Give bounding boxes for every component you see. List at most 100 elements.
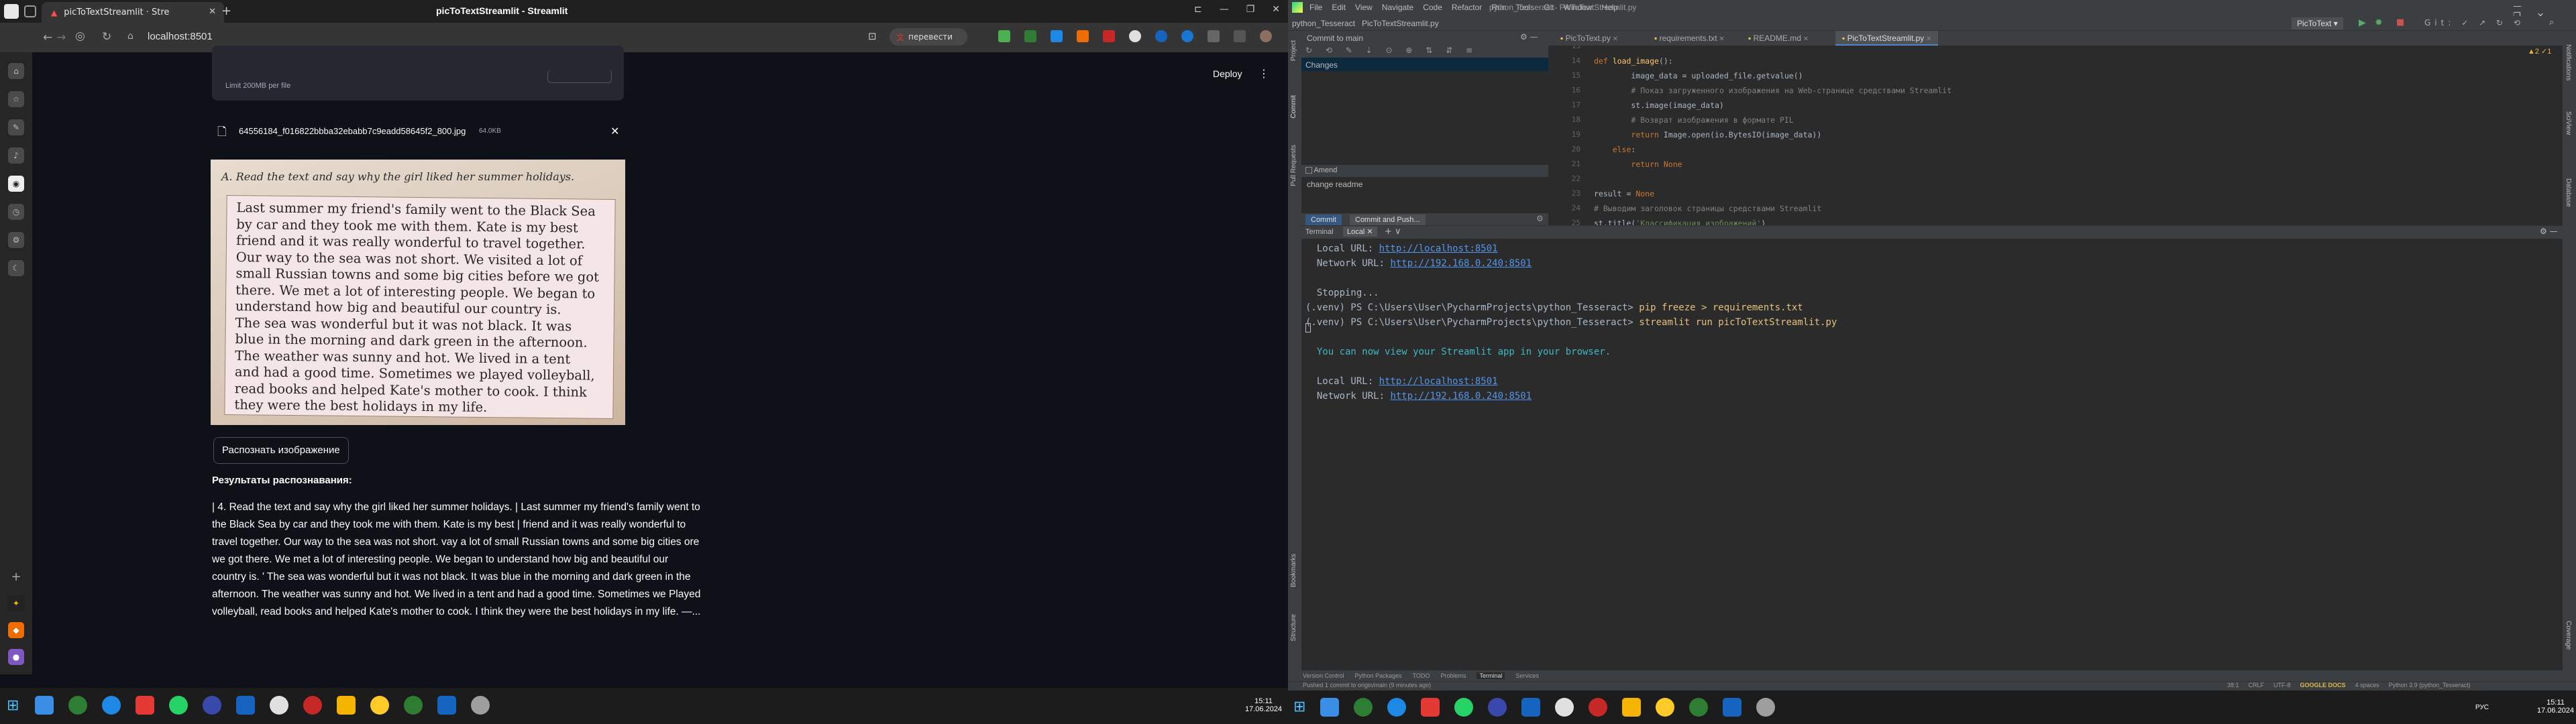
bottom-tool-todo[interactable]: TODO bbox=[1413, 672, 1430, 679]
taskbar-app-icon[interactable] bbox=[1656, 698, 1674, 717]
browser-tab[interactable]: ▲ picToTextStreamlit · Stre ✕ bbox=[42, 2, 224, 23]
profile-avatar-icon[interactable] bbox=[1260, 30, 1272, 42]
taskbar-app-icon[interactable] bbox=[1454, 698, 1473, 717]
adblock-icon[interactable] bbox=[1024, 30, 1036, 42]
sidebar-app3-icon[interactable]: ● bbox=[8, 649, 24, 665]
sidebar-app1-icon[interactable]: ✦ bbox=[8, 595, 24, 611]
start-button-right[interactable]: ⊞ bbox=[1293, 699, 1305, 715]
fox-extension-icon[interactable] bbox=[1077, 30, 1089, 42]
deploy-button[interactable]: Deploy bbox=[1213, 68, 1242, 79]
editor-tab[interactable]: ▪ PicToTextStreamlit.py ✕ bbox=[1835, 31, 1939, 46]
taskbar-app-icon[interactable] bbox=[270, 696, 288, 715]
taskbar-app-icon[interactable] bbox=[136, 696, 154, 715]
maximize-button[interactable]: ❐ bbox=[1246, 4, 1255, 15]
terminal-output[interactable]: Local URL: http://localhost:8501 Network… bbox=[1301, 239, 2563, 674]
taskbar-app-icon[interactable] bbox=[203, 696, 221, 715]
editor-tab[interactable]: ▪ README.md ✕ bbox=[1741, 31, 1815, 46]
taskbar-app-icon[interactable] bbox=[1622, 698, 1641, 717]
taskbar-app-icon[interactable] bbox=[169, 696, 188, 715]
recognize-button[interactable]: Распознать изображение bbox=[213, 437, 349, 464]
inspection-widget[interactable]: ▲2 ✓1 bbox=[2528, 47, 2551, 56]
sidebar-home-icon[interactable]: ⌂ bbox=[8, 63, 24, 79]
ide-menu-item[interactable]: View bbox=[1355, 3, 1373, 12]
minimize-button[interactable]: — bbox=[1220, 4, 1229, 15]
taskbar-clock[interactable]: 15:11 17.06.2024 bbox=[1245, 697, 1282, 713]
terminal-tab-local[interactable]: Local ✕ bbox=[1343, 227, 1377, 237]
notifications-tool-tab[interactable]: Notifications bbox=[2565, 44, 2572, 80]
taskbar-app-icon[interactable] bbox=[404, 696, 423, 715]
editor-tab-close-icon[interactable]: ✕ bbox=[1924, 36, 1931, 43]
sidebar-messenger-icon[interactable]: ◉ bbox=[8, 176, 24, 192]
commit-settings-icon[interactable]: ⚙ — bbox=[1520, 32, 1538, 42]
extensions-icon[interactable]: ◎ bbox=[75, 29, 85, 43]
back-icon[interactable]: ← bbox=[43, 31, 52, 44]
reload-icon[interactable]: ↻ bbox=[102, 30, 111, 44]
remove-file-icon[interactable]: ✕ bbox=[610, 125, 619, 137]
taskbar-app-icon[interactable] bbox=[35, 696, 54, 715]
stop-icon[interactable]: ■ bbox=[2396, 17, 2404, 27]
sciview-tool-tab[interactable]: SciView bbox=[2565, 111, 2572, 135]
terminal-settings-icon[interactable]: ⚙ — bbox=[2540, 227, 2558, 236]
taskbar-app-icon[interactable] bbox=[370, 696, 389, 715]
taskbar-app-icon[interactable] bbox=[236, 696, 255, 715]
taskbar-app-icon[interactable] bbox=[68, 696, 87, 715]
taskbar-app-icon[interactable] bbox=[102, 696, 121, 715]
bookmark-star-icon[interactable]: ⊡ bbox=[868, 30, 877, 42]
tab-close-icon[interactable]: ✕ bbox=[209, 7, 216, 17]
tray-lang[interactable]: РУС bbox=[2475, 704, 2489, 711]
breadcrumb-project[interactable]: python_Tesseract bbox=[1292, 19, 1355, 28]
bottom-tool-problems[interactable]: Problems bbox=[1440, 672, 1466, 679]
shield-icon[interactable] bbox=[998, 30, 1010, 42]
site-info-icon[interactable]: ⌂ bbox=[127, 31, 133, 42]
code-editor[interactable]: 13 14 15 16 17 18 19 20 21 22 23 24 25 2… bbox=[1548, 46, 2563, 225]
taskbar-app-icon[interactable] bbox=[1723, 698, 1741, 717]
new-tab-button[interactable]: + bbox=[221, 4, 231, 18]
start-button[interactable]: ⊞ bbox=[7, 697, 19, 714]
terminal-url-link[interactable]: http://192.168.0.240:8501 bbox=[1390, 391, 1532, 402]
taskbar-app-icon[interactable] bbox=[471, 696, 490, 715]
sidebar-add-icon[interactable]: + bbox=[8, 568, 24, 585]
bottom-tool-version-control[interactable]: Version Control bbox=[1303, 672, 1344, 679]
sidebar-settings-icon[interactable]: ⚙ bbox=[8, 232, 24, 248]
bottom-tool-terminal[interactable]: Terminal bbox=[1477, 672, 1505, 679]
status-interpreter[interactable]: Python 3.9 (python_Tesseract) bbox=[2389, 682, 2471, 688]
ide-menu-item[interactable]: Refactor bbox=[1452, 3, 1482, 12]
sidebar-app2-icon[interactable]: ◆ bbox=[8, 622, 24, 638]
tab-switcher-icon[interactable] bbox=[24, 5, 36, 17]
blue-extension-icon[interactable] bbox=[1155, 30, 1167, 42]
changes-list[interactable]: Changes bbox=[1301, 58, 1548, 165]
bookmark-icon[interactable]: ⊏ bbox=[1194, 4, 1202, 15]
status-indent[interactable]: 4 spaces bbox=[2355, 682, 2379, 688]
file-uploader-dropzone[interactable]: Limit 200MB per file bbox=[212, 46, 624, 101]
structure-tool-tab[interactable]: Structure bbox=[1290, 614, 1297, 642]
editor-tab-close-icon[interactable]: ✕ bbox=[1717, 36, 1724, 43]
terminal-url-link[interactable]: http://localhost:8501 bbox=[1379, 376, 1498, 387]
taskbar-app-icon[interactable] bbox=[337, 696, 356, 715]
bottom-tool-python-packages[interactable]: Python Packages bbox=[1355, 672, 1402, 679]
project-tool-tab[interactable]: Project bbox=[1290, 40, 1297, 61]
editor-tab[interactable]: ▪ PicToText.py ✕ bbox=[1554, 31, 1625, 46]
taskbar-app-icon[interactable] bbox=[303, 696, 322, 715]
browser-menu-icon[interactable] bbox=[4, 4, 19, 19]
editor-tab[interactable]: ▪ requirements.txt ✕ bbox=[1648, 31, 1731, 46]
git-toolbar-icons[interactable]: Git: ✓ ↗ ↻ ⟲ bbox=[2424, 18, 2524, 27]
editor-tab-close-icon[interactable]: ✕ bbox=[1611, 36, 1618, 43]
puzzle-extensions-icon[interactable] bbox=[1208, 30, 1220, 42]
taskbar-app-icon[interactable] bbox=[1387, 698, 1406, 717]
taskbar-app-icon[interactable] bbox=[1521, 698, 1540, 717]
ide-menu-item[interactable]: Edit bbox=[1332, 3, 1346, 12]
taskbar-app-icon[interactable] bbox=[1589, 698, 1607, 717]
status-theme[interactable]: GOOGLE DOCS bbox=[2300, 682, 2346, 688]
main-menu-icon[interactable]: ⋮ bbox=[1258, 67, 1269, 80]
amend-checkbox[interactable] bbox=[1305, 167, 1312, 174]
breadcrumb-file[interactable]: PicToTextStreamlit.py bbox=[1362, 19, 1439, 28]
commit-and-push-button[interactable]: Commit and Push... bbox=[1350, 215, 1426, 225]
gauge-extension-icon[interactable] bbox=[1129, 30, 1141, 42]
taskbar-app-icon[interactable] bbox=[1320, 698, 1339, 717]
download-extension-icon[interactable] bbox=[1181, 30, 1193, 42]
taskbar-app-icon[interactable] bbox=[1756, 698, 1775, 717]
sidebar-music-icon[interactable]: ♪ bbox=[8, 147, 24, 164]
editor-tab-close-icon[interactable]: ✕ bbox=[1801, 36, 1809, 43]
status-encoding[interactable]: UTF-8 bbox=[2273, 682, 2291, 688]
vpn-icon[interactable] bbox=[1051, 30, 1063, 42]
